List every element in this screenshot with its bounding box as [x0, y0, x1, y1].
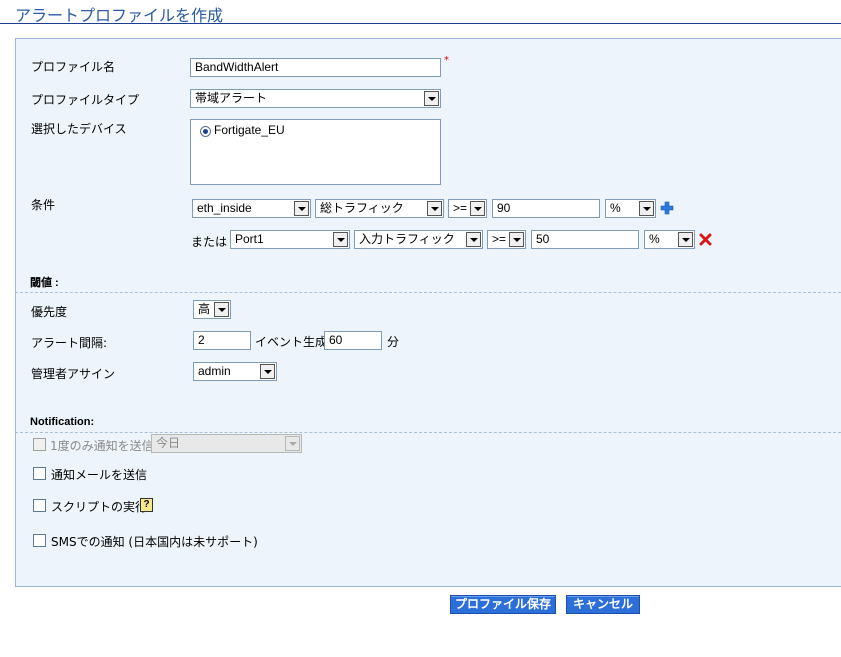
chevron-down-icon: [470, 201, 485, 216]
run-script-checkbox[interactable]: [33, 499, 46, 512]
notify-once-value: 今日: [156, 436, 181, 450]
save-profile-button[interactable]: プロファイル保存: [450, 595, 556, 614]
threshold-heading: 閾値 :: [30, 277, 59, 289]
profile-type-value: 帯域アラート: [195, 91, 268, 105]
condition-unit-select[interactable]: %: [644, 230, 695, 249]
devices-label: 選択したデバイス: [31, 122, 127, 136]
chevron-down-icon: [333, 232, 348, 247]
title-divider: [0, 23, 841, 24]
condition-interface-select[interactable]: eth_inside: [192, 199, 311, 218]
chevron-down-icon: [509, 232, 524, 247]
priority-value: 高: [198, 302, 211, 316]
interval-input[interactable]: 2: [193, 331, 251, 350]
device-radio[interactable]: [200, 126, 211, 137]
condition-interface-select[interactable]: Port1: [230, 230, 350, 249]
notification-heading: Notification:: [30, 416, 95, 428]
profile-name-label: プロファイル名: [31, 60, 116, 74]
minutes-unit-label: 分: [387, 335, 400, 349]
threshold-divider: [15, 292, 841, 293]
help-icon[interactable]: ?: [140, 498, 153, 512]
notify-once-checkbox[interactable]: [33, 438, 46, 451]
condition-traffic-select[interactable]: 入力トラフィック: [354, 230, 483, 249]
chevron-down-icon: [427, 201, 442, 216]
event-generation-input[interactable]: 60: [324, 331, 382, 350]
condition-traffic-value: 入力トラフィック: [359, 232, 455, 246]
condition-value-input[interactable]: 50: [531, 230, 639, 249]
chevron-down-icon: [466, 232, 481, 247]
condition-unit-select[interactable]: %: [605, 199, 656, 218]
condition-traffic-value: 総トラフィック: [320, 201, 404, 215]
condition-operator-select[interactable]: >=: [448, 199, 487, 218]
required-mark: *: [444, 55, 449, 66]
chevron-down-icon: [639, 201, 654, 216]
chevron-down-icon: [294, 201, 309, 216]
notify-once-label: 1度のみ通知を送信: [50, 439, 154, 453]
chevron-down-icon: [214, 302, 229, 317]
profile-type-select[interactable]: 帯域アラート: [190, 89, 441, 108]
chevron-down-icon: [424, 91, 439, 106]
condition-interface-value: eth_inside: [197, 201, 252, 215]
cancel-button[interactable]: キャンセル: [566, 595, 640, 614]
condition-value-input[interactable]: 90: [492, 199, 600, 218]
notification-divider: [15, 432, 841, 433]
condition-traffic-select[interactable]: 総トラフィック: [315, 199, 444, 218]
admin-value: admin: [198, 364, 231, 378]
condition-or-label: または: [191, 235, 228, 249]
condition-interface-value: Port1: [235, 232, 264, 246]
send-email-label: 通知メールを送信: [51, 468, 148, 482]
profile-type-label: プロファイルタイプ: [31, 93, 140, 107]
sms-checkbox[interactable]: [33, 534, 46, 547]
admin-assign-label: 管理者アサイン: [31, 367, 116, 381]
condition-operator-select[interactable]: >=: [487, 230, 526, 249]
send-email-checkbox[interactable]: [33, 467, 46, 480]
plus-icon[interactable]: [660, 201, 674, 215]
run-script-label: スクリプトの実行: [51, 500, 148, 514]
priority-select[interactable]: 高: [193, 300, 231, 319]
chevron-down-icon: [285, 436, 300, 451]
condition-label: 条件: [31, 198, 56, 212]
admin-select[interactable]: admin: [193, 362, 277, 381]
device-item-label: Fortigate_EU: [214, 123, 285, 137]
condition-operator-value: >=: [453, 201, 468, 215]
profile-name-input[interactable]: BandWidthAlert: [190, 58, 441, 77]
notify-once-select[interactable]: 今日: [151, 434, 302, 453]
condition-unit-value: %: [649, 232, 660, 246]
close-icon[interactable]: [699, 233, 712, 246]
chevron-down-icon: [260, 364, 275, 379]
sms-label: SMSでの通知 (日本国内は未サポート): [51, 535, 258, 549]
priority-label: 優先度: [31, 305, 68, 319]
condition-operator-value: >=: [492, 232, 507, 246]
condition-unit-value: %: [610, 201, 621, 215]
chevron-down-icon: [678, 232, 693, 247]
interval-label: アラート間隔:: [31, 336, 108, 350]
event-generation-label: イベント生成: [255, 335, 328, 349]
